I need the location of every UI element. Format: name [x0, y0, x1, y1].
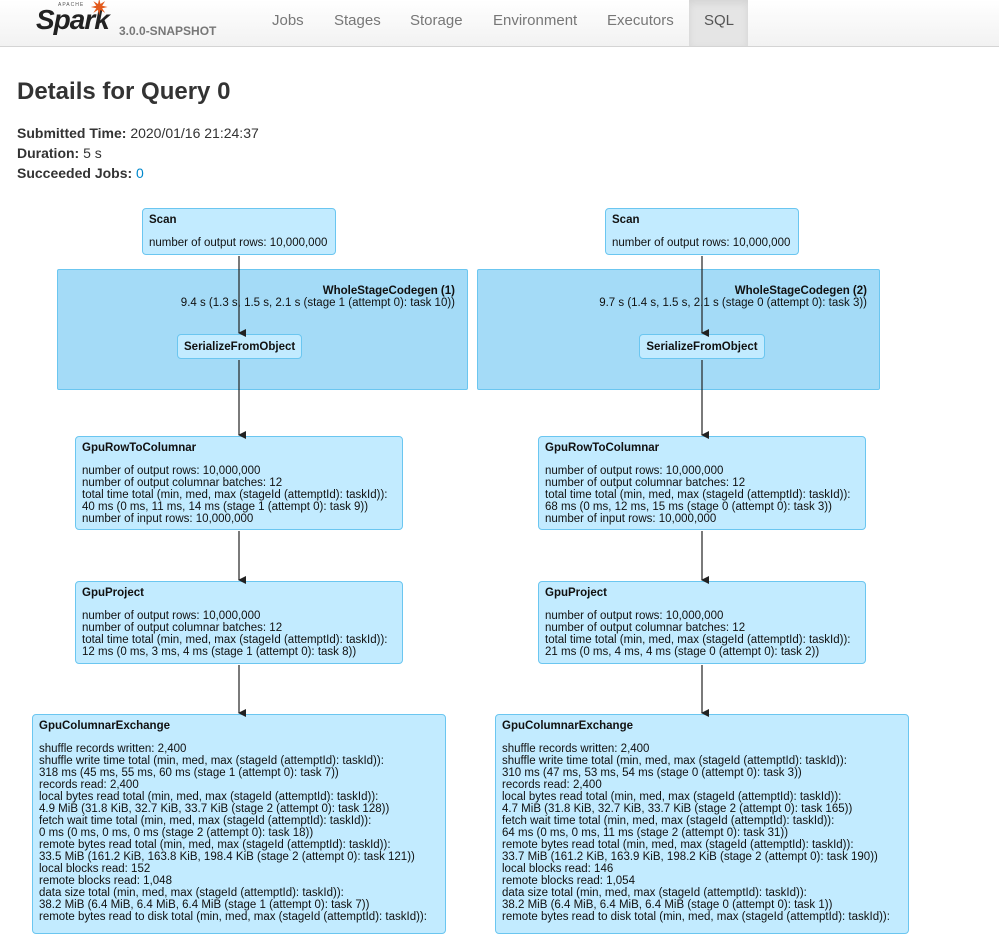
node-metric: fetch wait time total (min, med, max (st… — [39, 815, 372, 827]
node-metric: remote blocks read: 1,054 — [502, 875, 635, 887]
node-metric: 38.2 MiB (6.4 MiB, 6.4 MiB, 6.4 MiB (sta… — [39, 899, 370, 911]
node-gpu-project[interactable]: GpuProject number of output rows: 10,000… — [75, 581, 403, 664]
tab-storage[interactable]: Storage — [395, 0, 478, 46]
logo-apache-text: APACHE — [58, 2, 85, 8]
submitted-time-value: 2020/01/16 21:24:37 — [130, 125, 259, 141]
node-title: GpuColumnarExchange — [39, 720, 170, 732]
node-metric: data size total (min, med, max (stageId … — [502, 887, 807, 899]
duration-value: 5 s — [83, 145, 102, 161]
node-metric: number of output rows: 10,000,000 — [612, 237, 791, 249]
codegen-cluster-title: WholeStageCodegen (1) — [322, 285, 455, 297]
duration-label: Duration: — [17, 145, 80, 161]
node-title: SerializeFromObject — [646, 341, 758, 353]
tab-stages[interactable]: Stages — [319, 0, 396, 46]
node-metric: number of output columnar batches: 12 — [82, 622, 283, 634]
node-serialize-from-object[interactable]: SerializeFromObject — [177, 334, 302, 359]
node-title: Scan — [149, 214, 177, 226]
node-gpu-row-to-columnar[interactable]: GpuRowToColumnar number of output rows: … — [75, 436, 403, 530]
node-gpu-row-to-columnar[interactable]: GpuRowToColumnar number of output rows: … — [538, 436, 866, 530]
node-gpu-columnar-exchange[interactable]: GpuColumnarExchange shuffle records writ… — [32, 714, 446, 934]
node-title: GpuRowToColumnar — [82, 442, 197, 454]
codegen-cluster-title: WholeStageCodegen (2) — [734, 285, 867, 297]
node-metric: fetch wait time total (min, med, max (st… — [502, 815, 835, 827]
succeeded-jobs-row: Succeeded Jobs: 0 — [17, 163, 259, 183]
top-navbar: Spark APACHE ✷ 3.0.0-SNAPSHOT Jobs Stage… — [0, 0, 999, 47]
node-metric: shuffle records written: 2,400 — [502, 743, 650, 755]
succeeded-job-link[interactable]: 0 — [136, 165, 144, 181]
node-metric: remote bytes read total (min, med, max (… — [39, 839, 391, 851]
node-metric: 38.2 MiB (6.4 MiB, 6.4 MiB, 6.4 MiB (sta… — [502, 899, 833, 911]
codegen-cluster-1[interactable]: WholeStageCodegen (1) 9.4 s (1.3 s, 1.5 … — [57, 269, 468, 390]
node-metric: 4.7 MiB (31.8 KiB, 32.7 KiB, 33.7 KiB (s… — [502, 803, 853, 815]
node-serialize-from-object[interactable]: SerializeFromObject — [639, 334, 765, 359]
node-metric: remote bytes read to disk total (min, me… — [502, 911, 890, 923]
duration-row: Duration: 5 s — [17, 143, 259, 163]
node-metric: records read: 2,400 — [39, 779, 139, 791]
succeeded-jobs-label: Succeeded Jobs: — [17, 165, 133, 181]
node-metric: data size total (min, med, max (stageId … — [39, 887, 344, 899]
node-metric: number of output rows: 10,000,000 — [82, 465, 261, 477]
tab-sql[interactable]: SQL — [689, 0, 748, 46]
node-metric: 318 ms (45 ms, 55 ms, 60 ms (stage 1 (at… — [39, 767, 339, 779]
node-metric: 64 ms (0 ms, 0 ms, 11 ms (stage 2 (attem… — [502, 827, 789, 839]
submitted-time-row: Submitted Time: 2020/01/16 21:24:37 — [17, 123, 259, 143]
node-metric: total time total (min, med, max (stageId… — [545, 634, 851, 646]
node-metric: 0 ms (0 ms, 0 ms, 0 ms (stage 2 (attempt… — [39, 827, 314, 839]
node-metric: local bytes read total (min, med, max (s… — [39, 791, 379, 803]
node-metric: 33.5 MiB (161.2 KiB, 163.8 KiB, 198.4 Ki… — [39, 851, 415, 863]
node-scan[interactable]: Scan number of output rows: 10,000,000 — [605, 208, 799, 255]
node-title: GpuRowToColumnar — [545, 442, 660, 454]
node-metric: 68 ms (0 ms, 12 ms, 15 ms (stage 0 (atte… — [545, 501, 832, 513]
node-title: GpuProject — [545, 587, 607, 599]
tab-environment[interactable]: Environment — [478, 0, 592, 46]
node-metric: 40 ms (0 ms, 11 ms, 14 ms (stage 1 (atte… — [82, 501, 369, 513]
node-metric: number of input rows: 10,000,000 — [545, 513, 717, 525]
node-metric: number of output rows: 10,000,000 — [545, 610, 724, 622]
node-metric: number of output columnar batches: 12 — [82, 477, 283, 489]
submitted-time-label: Submitted Time: — [17, 125, 127, 141]
node-metric: number of output rows: 10,000,000 — [149, 237, 328, 249]
node-title: Scan — [612, 214, 640, 226]
node-metric: 310 ms (47 ms, 53 ms, 54 ms (stage 0 (at… — [502, 767, 802, 779]
node-metric: number of output columnar batches: 12 — [545, 477, 746, 489]
node-title: GpuColumnarExchange — [502, 720, 633, 732]
tab-jobs[interactable]: Jobs — [257, 0, 319, 46]
page-title: Details for Query 0 — [17, 78, 231, 105]
node-title: SerializeFromObject — [184, 341, 296, 353]
node-gpu-project[interactable]: GpuProject number of output rows: 10,000… — [538, 581, 866, 664]
node-metric: total time total (min, med, max (stageId… — [545, 489, 851, 501]
node-scan[interactable]: Scan number of output rows: 10,000,000 — [142, 208, 336, 255]
node-metric: number of output columnar batches: 12 — [545, 622, 746, 634]
node-metric: total time total (min, med, max (stageId… — [82, 634, 388, 646]
codegen-cluster-metric: 9.7 s (1.4 s, 1.5 s, 2.1 s (stage 0 (att… — [599, 297, 867, 309]
codegen-cluster-2[interactable]: WholeStageCodegen (2) 9.7 s (1.4 s, 1.5 … — [477, 269, 880, 390]
query-summary: Submitted Time: 2020/01/16 21:24:37 Dura… — [17, 123, 259, 183]
node-metric: local blocks read: 146 — [502, 863, 614, 875]
node-metric: shuffle write time total (min, med, max … — [502, 755, 847, 767]
node-metric: records read: 2,400 — [502, 779, 602, 791]
node-metric: 12 ms (0 ms, 3 ms, 4 ms (stage 1 (attemp… — [82, 646, 357, 658]
node-metric: shuffle records written: 2,400 — [39, 743, 187, 755]
node-metric: remote bytes read total (min, med, max (… — [502, 839, 854, 851]
node-metric: number of input rows: 10,000,000 — [82, 513, 254, 525]
node-title: GpuProject — [82, 587, 144, 599]
codegen-cluster-metric: 9.4 s (1.3 s, 1.5 s, 2.1 s (stage 1 (att… — [180, 297, 455, 309]
spark-version: 3.0.0-SNAPSHOT — [119, 24, 217, 38]
node-metric: number of output rows: 10,000,000 — [545, 465, 724, 477]
node-metric: total time total (min, med, max (stageId… — [82, 489, 388, 501]
node-metric: number of output rows: 10,000,000 — [82, 610, 261, 622]
node-gpu-columnar-exchange[interactable]: GpuColumnarExchange shuffle records writ… — [495, 714, 909, 934]
node-metric: local bytes read total (min, med, max (s… — [502, 791, 842, 803]
node-metric: shuffle write time total (min, med, max … — [39, 755, 384, 767]
spark-star-icon: ✷ — [90, 0, 109, 20]
node-metric: 21 ms (0 ms, 4 ms, 4 ms (stage 0 (attemp… — [545, 646, 820, 658]
node-metric: 33.7 MiB (161.2 KiB, 163.9 KiB, 198.2 Ki… — [502, 851, 878, 863]
tab-executors[interactable]: Executors — [592, 0, 689, 46]
node-metric: remote bytes read to disk total (min, me… — [39, 911, 427, 923]
node-metric: 4.9 MiB (31.8 KiB, 32.7 KiB, 33.7 KiB (s… — [39, 803, 390, 815]
node-metric: remote blocks read: 1,048 — [39, 875, 172, 887]
node-metric: local blocks read: 152 — [39, 863, 151, 875]
